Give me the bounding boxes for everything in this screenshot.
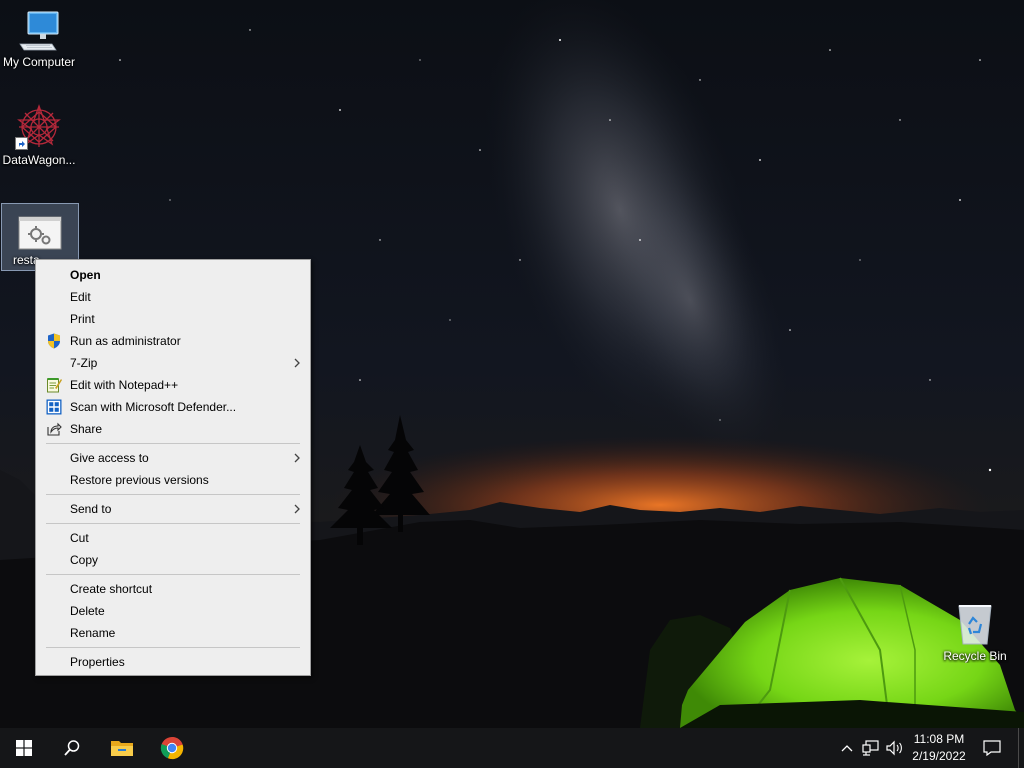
menu-item-send-to[interactable]: Send to — [36, 498, 310, 520]
file-explorer-icon — [111, 741, 133, 756]
menu-item-label: Send to — [70, 502, 112, 516]
clock-time: 11:08 PM — [913, 732, 965, 746]
desktop-icon-label: My Computer — [2, 55, 76, 69]
submenu-chevron-icon — [294, 504, 300, 514]
clock-date: 2/19/2022 — [912, 749, 966, 763]
desktop-icon-label: Recycle Bin — [943, 649, 1007, 663]
notepadpp-icon — [46, 377, 62, 393]
file-context-menu: Open Edit Print Run as administrator 7-Z… — [35, 259, 311, 676]
show-hidden-icons-button[interactable] — [838, 739, 856, 757]
menu-item-7zip[interactable]: 7-Zip — [36, 352, 310, 374]
menu-item-copy[interactable]: Copy — [36, 549, 310, 571]
uac-shield-icon — [46, 333, 62, 349]
menu-separator — [46, 574, 300, 575]
notification-icon — [983, 740, 1001, 756]
network-icon — [862, 740, 879, 756]
menu-item-label: Restore previous versions — [70, 473, 209, 487]
recycle-bin-icon — [937, 600, 1013, 646]
menu-item-label: Open — [70, 268, 101, 282]
menu-item-restore-previous-versions[interactable]: Restore previous versions — [36, 469, 310, 491]
menu-item-label: Share — [70, 422, 103, 436]
submenu-chevron-icon — [294, 453, 300, 463]
menu-item-label: Run as administrator — [70, 334, 181, 348]
menu-item-label: Scan with Microsoft Defender... — [70, 400, 237, 414]
menu-item-label: Copy — [70, 553, 99, 567]
defender-icon — [46, 399, 62, 415]
menu-item-scan-with-defender[interactable]: Scan with Microsoft Defender... — [36, 396, 310, 418]
menu-item-rename[interactable]: Rename — [36, 622, 310, 644]
menu-item-label: Cut — [70, 531, 89, 545]
menu-item-cut[interactable]: Cut — [36, 527, 310, 549]
menu-item-open[interactable]: Open — [36, 264, 310, 286]
menu-separator — [46, 494, 300, 495]
menu-item-run-as-administrator[interactable]: Run as administrator — [36, 330, 310, 352]
start-button[interactable] — [0, 728, 48, 768]
share-icon — [46, 421, 62, 437]
desktop-icon-label: DataWagon... — [2, 153, 76, 167]
menu-item-label: Rename — [70, 626, 116, 640]
menu-item-label: 7-Zip — [70, 356, 98, 370]
taskbar: 11:08 PM 2/19/2022 — [0, 728, 1024, 768]
menu-item-create-shortcut[interactable]: Create shortcut — [36, 578, 310, 600]
menu-item-edit[interactable]: Edit — [36, 286, 310, 308]
menu-item-edit-with-notepadpp[interactable]: Edit with Notepad++ — [36, 374, 310, 396]
menu-item-share[interactable]: Share — [36, 418, 310, 440]
windows-start-icon — [16, 740, 32, 756]
menu-separator — [46, 523, 300, 524]
menu-separator — [46, 443, 300, 444]
submenu-chevron-icon — [294, 358, 300, 368]
recycle-bin-desktop-icon[interactable]: Recycle Bin — [937, 600, 1013, 663]
menu-item-delete[interactable]: Delete — [36, 600, 310, 622]
menu-separator — [46, 647, 300, 648]
search-button[interactable] — [48, 728, 96, 768]
menu-item-label: Give access to — [70, 451, 149, 465]
menu-item-give-access-to[interactable]: Give access to — [36, 447, 310, 469]
menu-item-label: Create shortcut — [70, 582, 153, 596]
chrome-icon — [160, 736, 184, 760]
shortcut-arrow-icon — [15, 137, 28, 150]
file-explorer-button[interactable] — [98, 728, 146, 768]
my-computer-desktop-icon[interactable]: My Computer — [1, 6, 77, 69]
menu-item-label: Properties — [70, 655, 125, 669]
menu-item-label: Print — [70, 312, 95, 326]
menu-item-label: Edit with Notepad++ — [70, 378, 179, 392]
chevron-up-icon — [841, 745, 853, 752]
menu-item-label: Edit — [70, 290, 91, 304]
network-tray-button[interactable] — [862, 739, 880, 757]
menu-item-print[interactable]: Print — [36, 308, 310, 330]
volume-icon — [886, 740, 902, 756]
action-center-button[interactable] — [982, 739, 1002, 757]
datawagon-desktop-icon[interactable]: DataWagon... — [1, 104, 77, 167]
show-desktop-button[interactable] — [1018, 728, 1024, 768]
chrome-button[interactable] — [148, 728, 196, 768]
taskbar-clock[interactable]: 11:08 PM 2/19/2022 — [903, 731, 975, 765]
volume-tray-button[interactable] — [886, 739, 904, 757]
settings-file-icon — [2, 204, 78, 250]
datawagon-logo-icon — [1, 104, 77, 150]
menu-item-properties[interactable]: Properties — [36, 651, 310, 673]
computer-icon — [1, 6, 77, 52]
menu-item-label: Delete — [70, 604, 105, 618]
search-icon — [64, 740, 80, 756]
